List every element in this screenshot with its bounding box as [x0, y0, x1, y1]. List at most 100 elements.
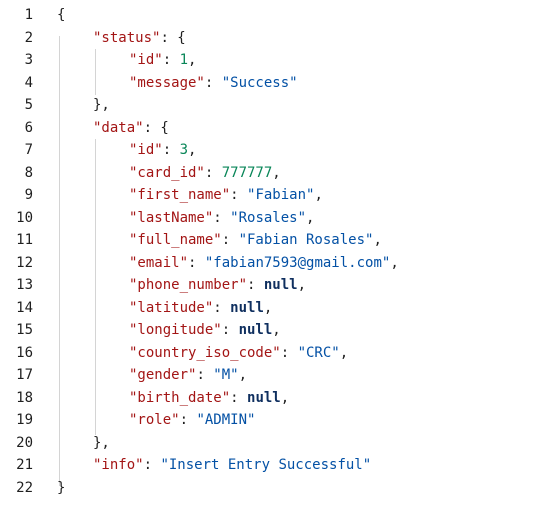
code-line: 19 "role": "ADMIN" — [0, 409, 551, 432]
code-text: }, — [93, 432, 110, 455]
json-punctuation: : — [221, 232, 239, 248]
code-line: 4 "message": "Success" — [0, 72, 551, 95]
line-number: 18 — [16, 389, 33, 406]
code-line: 10 "lastName": "Rosales", — [0, 207, 551, 230]
code-line: 2 "status": { — [0, 27, 551, 50]
json-punctuation: : — [213, 209, 231, 226]
line-number: 11 — [16, 232, 33, 248]
json-key: "status" — [93, 29, 161, 46]
json-number-value: 3 — [179, 142, 189, 158]
json-key: "birth_date" — [129, 389, 231, 406]
json-key: "email" — [129, 254, 189, 271]
json-number-value: 777777 — [221, 164, 273, 181]
json-key: "role" — [129, 412, 180, 428]
code-text: "phone_number": null, — [129, 274, 306, 297]
json-null-value: null — [247, 389, 281, 406]
json-punctuation: }, — [93, 97, 110, 113]
json-key: "country_iso_code" — [129, 344, 281, 361]
json-punctuation: : — [196, 367, 214, 383]
json-key: "longitude" — [129, 322, 222, 338]
code-text: "full_name": "Fabian Rosales", — [129, 229, 382, 252]
json-punctuation: , — [272, 164, 281, 181]
line-number: 20 — [16, 434, 33, 451]
line-number: 15 — [16, 322, 33, 338]
code-text: "data": { — [93, 117, 169, 140]
json-punctuation: : — [230, 389, 248, 406]
json-punctuation: : { — [143, 119, 169, 136]
code-line: 13 "phone_number": null, — [0, 274, 551, 297]
line-number: 1 — [24, 7, 33, 23]
code-text: "email": "fabian7593@gmail.com", — [129, 252, 399, 275]
json-null-value: null — [238, 322, 273, 338]
code-text: "longitude": null, — [129, 319, 281, 342]
code-text: "message": "Success" — [129, 72, 298, 95]
code-line: 18 "birth_date": null, — [0, 387, 551, 410]
line-number: 16 — [16, 344, 33, 361]
json-number-value: 1 — [179, 52, 189, 68]
json-punctuation: , — [297, 277, 307, 293]
code-text: "status": { — [93, 27, 186, 50]
line-number: 9 — [24, 187, 33, 203]
line-number: 12 — [16, 254, 33, 271]
json-key: "id" — [129, 142, 163, 158]
code-text: "gender": "M", — [129, 364, 247, 387]
line-number: 4 — [24, 74, 33, 91]
code-text: "birth_date": null, — [129, 387, 289, 410]
code-text: "id": 3, — [129, 139, 196, 162]
json-punctuation: , — [339, 344, 349, 361]
json-punctuation: : — [143, 457, 161, 473]
code-line: 15 "longitude": null, — [0, 319, 551, 342]
line-number: 17 — [16, 367, 33, 383]
code-text: "id": 1, — [129, 49, 196, 72]
code-line: 5}, — [0, 94, 551, 117]
json-punctuation: , — [188, 142, 197, 158]
json-punctuation: : — [162, 142, 180, 158]
json-punctuation: : — [162, 52, 180, 68]
code-text: "first_name": "Fabian", — [129, 184, 323, 207]
code-text: "role": "ADMIN" — [129, 409, 255, 432]
json-key: "id" — [129, 52, 163, 68]
json-key: "card_id" — [129, 164, 205, 181]
code-text: "card_id": 777777, — [129, 162, 281, 185]
code-line: 22} — [0, 477, 551, 500]
json-string-value: "M" — [213, 367, 239, 383]
line-number: 6 — [24, 119, 33, 136]
json-punctuation: , — [280, 389, 290, 406]
code-line: 17 "gender": "M", — [0, 364, 551, 387]
json-punctuation: , — [272, 322, 281, 338]
code-text: "info": "Insert Entry Successful" — [93, 454, 371, 477]
json-punctuation: : — [280, 344, 298, 361]
json-string-value: "Insert Entry Successful" — [160, 457, 372, 473]
json-string-value: "ADMIN" — [196, 412, 256, 428]
code-line: 8 "card_id": 777777, — [0, 162, 551, 185]
json-punctuation: : — [213, 299, 231, 316]
json-punctuation: , — [373, 232, 382, 248]
json-punctuation: , — [314, 187, 323, 203]
line-number: 10 — [16, 209, 33, 226]
json-punctuation: { — [57, 7, 66, 23]
json-null-value: null — [230, 299, 264, 316]
json-code-view: 1 {2 "status": { 3 "id": 1, 4 "message": "Succ… — [0, 0, 551, 518]
json-null-value: null — [263, 277, 298, 293]
json-key: "info" — [93, 457, 144, 473]
code-line: 20}, — [0, 432, 551, 455]
code-text: "country_iso_code": "CRC", — [129, 342, 348, 365]
code-line: 12 "email": "fabian7593@gmail.com", — [0, 252, 551, 275]
line-number: 7 — [24, 142, 33, 158]
code-line: 11 "full_name": "Fabian Rosales", — [0, 229, 551, 252]
json-punctuation: , — [188, 52, 197, 68]
json-punctuation: , — [306, 209, 315, 226]
json-key: "latitude" — [129, 299, 214, 316]
json-punctuation: } — [57, 479, 66, 496]
code-line: 14 "latitude": null, — [0, 297, 551, 320]
json-string-value: "Fabian" — [247, 187, 315, 203]
code-line: 7 "id": 3, — [0, 139, 551, 162]
line-number: 22 — [16, 479, 33, 496]
json-punctuation: , — [263, 299, 273, 316]
code-line: 16 "country_iso_code": "CRC", — [0, 342, 551, 365]
json-key: "message" — [129, 74, 205, 91]
code-text: }, — [93, 94, 110, 117]
code-text: { — [57, 4, 65, 27]
json-punctuation: }, — [93, 434, 110, 451]
line-number: 21 — [16, 457, 33, 473]
